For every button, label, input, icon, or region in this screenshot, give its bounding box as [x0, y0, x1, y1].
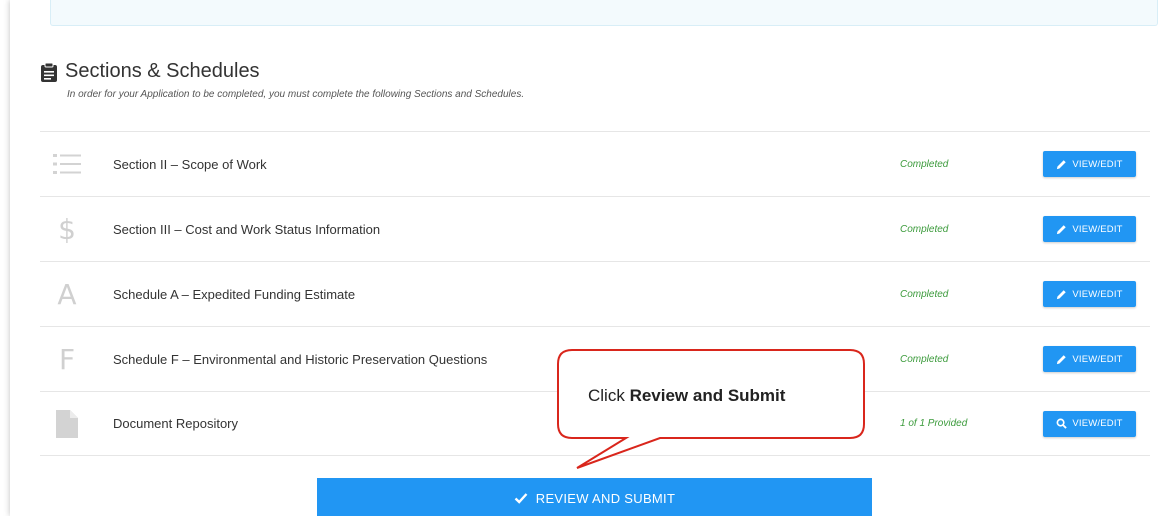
status-text: Completed [900, 288, 949, 300]
row-label: Section II – Scope of Work [113, 156, 267, 172]
document-icon [50, 407, 84, 441]
row-label: Document Repository [113, 416, 238, 431]
button-label: VIEW/EDIT [1072, 223, 1123, 235]
button-label: VIEW/EDIT [1072, 158, 1123, 170]
sections-list: Section II – Scope of Work Completed VIE… [40, 131, 1150, 456]
list-item: Section II – Scope of Work Completed VIE… [40, 131, 1150, 196]
clipboard-icon [41, 62, 57, 82]
row-label: Section III – Cost and Work Status Infor… [113, 221, 381, 237]
button-label: VIEW/EDIT [1072, 418, 1123, 429]
top-banner [50, 0, 1158, 26]
checkmark-icon [514, 493, 528, 504]
button-label: VIEW/EDIT [1072, 288, 1123, 300]
pencil-icon [1057, 159, 1067, 169]
submit-label: REVIEW AND SUBMIT [535, 490, 676, 506]
letter-f-icon: F [58, 342, 76, 376]
status-text: Completed [900, 158, 949, 170]
callout-prefix: Click [588, 386, 630, 405]
section-title: Sections & Schedules [40, 60, 524, 83]
list-item: F Schedule F – Environmental and Histori… [40, 326, 1150, 391]
callout-bold: Review and Submit [629, 386, 786, 405]
status-text: 1 of 1 Provided [900, 418, 968, 429]
section-subtitle: In order for your Application to be comp… [67, 89, 525, 100]
list-item: $ Section III – Cost and Work Status Inf… [40, 196, 1150, 261]
pencil-icon [1057, 289, 1067, 299]
section-title-text: Sections & Schedules [65, 60, 260, 82]
button-label: VIEW/EDIT [1072, 353, 1123, 365]
pencil-icon [1057, 354, 1067, 364]
view-edit-button[interactable]: VIEW/EDIT [1043, 281, 1136, 307]
row-label: Schedule A – Expedited Funding Estimate [113, 286, 356, 302]
view-edit-button[interactable]: VIEW/EDIT [1043, 216, 1136, 242]
row-label: Schedule F – Environmental and Historic … [113, 351, 488, 367]
status-text: Completed [900, 223, 949, 235]
status-text: Completed [900, 353, 949, 365]
callout-text: Click Review and Submit [588, 386, 785, 406]
view-edit-button[interactable]: VIEW/EDIT [1043, 151, 1136, 177]
view-edit-button[interactable]: VIEW/EDIT [1043, 410, 1136, 437]
letter-a-icon: A [57, 277, 77, 311]
review-and-submit-button[interactable]: REVIEW AND SUBMIT [317, 478, 872, 516]
dollar-icon: $ [58, 212, 76, 246]
magnifier-icon [1056, 418, 1068, 429]
section-header: Sections & Schedules In order for your A… [40, 60, 524, 100]
list-icon [50, 147, 84, 181]
view-edit-button[interactable]: VIEW/EDIT [1043, 346, 1136, 372]
pencil-icon [1057, 224, 1067, 234]
list-item: A Schedule A – Expedited Funding Estimat… [40, 261, 1150, 326]
